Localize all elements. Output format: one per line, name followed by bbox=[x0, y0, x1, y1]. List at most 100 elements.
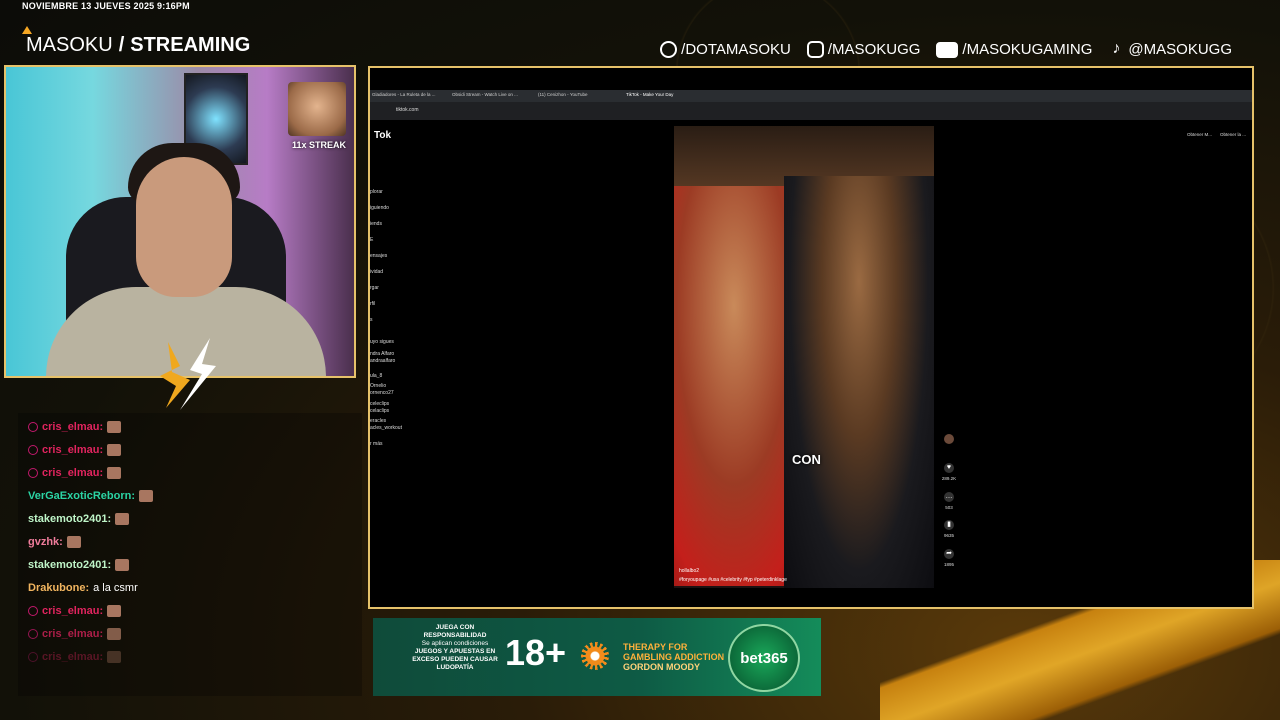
youtube-icon bbox=[936, 41, 959, 58]
tiktok-video[interactable]: CON hollalbo2 #foryoupage #usa #celebrit… bbox=[674, 126, 934, 588]
streamer-face bbox=[136, 157, 232, 297]
chat-emote-icon bbox=[138, 490, 153, 502]
chat-emote-icon bbox=[66, 536, 81, 548]
streak-avatar bbox=[288, 82, 346, 136]
like-action[interactable]: ♥ 289.2K bbox=[940, 463, 958, 481]
chat-panel: cris_elmau: cris_elmau: cris_elmau: VerGaEx… bbox=[18, 413, 362, 696]
sidebar-item[interactable]: iends bbox=[370, 221, 382, 227]
chat-message: cris_elmau: bbox=[28, 443, 122, 457]
streak-label: 11x STREAK bbox=[292, 140, 347, 150]
get-app-button[interactable]: Obtener M... bbox=[1187, 132, 1212, 137]
sidebar-item[interactable]: uyo sigues bbox=[370, 339, 394, 345]
sidebar-item[interactable]: celaclips bbox=[370, 408, 389, 414]
browser-tab[interactable]: Gladiadores - La Ruleta de la ... bbox=[372, 92, 436, 97]
sidebar-item[interactable]: eracles bbox=[370, 418, 386, 424]
sidebar-item[interactable]: ornenco27 bbox=[370, 390, 394, 396]
responsible-gaming-text: JUEGA CON RESPONSABILIDAD Se aplican con… bbox=[412, 624, 498, 671]
sidebar-item[interactable]: rgar bbox=[370, 285, 379, 291]
chat-message: cris_elmau: bbox=[28, 604, 122, 618]
instagram-icon bbox=[806, 41, 824, 58]
chat-username[interactable]: cris_elmau: bbox=[42, 604, 103, 618]
chat-text: a la csmr bbox=[93, 582, 138, 594]
comment-action[interactable]: … 503 bbox=[940, 492, 958, 510]
chat-message: VerGaExoticReborn: bbox=[28, 489, 153, 503]
sidebar-item[interactable]: ndra Alfaro bbox=[370, 351, 394, 357]
chat-username[interactable]: cris_elmau: bbox=[42, 627, 103, 641]
sidebar-item[interactable]: ensajes bbox=[370, 253, 387, 259]
chat-badge-icon bbox=[28, 606, 38, 616]
get-app-buttons: Obtener M... Obtener la ... bbox=[1187, 132, 1246, 137]
video-hashtags[interactable]: #foryoupage #usa #celebrity #fyp #peterd… bbox=[679, 577, 787, 583]
chat-emote-icon bbox=[107, 651, 122, 663]
chat-message: Drakubone: a la csmr bbox=[28, 581, 138, 595]
gordon-moody-icon bbox=[581, 642, 609, 670]
sidebar-item[interactable]: s bbox=[370, 317, 373, 323]
chat-emote-icon bbox=[115, 513, 130, 525]
video-username[interactable]: hollalbo2 bbox=[679, 568, 699, 574]
therapy-text: THERAPY FOR GAMBLING ADDICTION GORDON MO… bbox=[623, 642, 725, 672]
social-label: @MASOKUGG bbox=[1128, 41, 1232, 58]
chat-username[interactable]: cris_elmau: bbox=[42, 466, 103, 480]
chat-badge-icon bbox=[28, 652, 38, 662]
share-action[interactable]: ➦ 1895 bbox=[940, 549, 958, 567]
share-icon[interactable]: ➦ bbox=[944, 549, 954, 559]
chat-emote-icon bbox=[107, 605, 122, 617]
sidebar-item[interactable]: ula_8 bbox=[370, 373, 382, 379]
tiktok-logo[interactable]: Tok bbox=[374, 130, 391, 141]
sidebar-item[interactable]: celeclips bbox=[370, 401, 389, 407]
social-tiktok: ♪ @MASOKUGG bbox=[1108, 40, 1232, 59]
browser-tab-active[interactable]: TikTok - Make Your Day bbox=[626, 92, 673, 97]
chat-username[interactable]: stakemoto2401: bbox=[28, 512, 111, 526]
chat-username[interactable]: stakemoto2401: bbox=[28, 558, 111, 572]
chat-username[interactable]: VerGaExoticReborn: bbox=[28, 489, 135, 503]
social-label: /MASOKUGG bbox=[827, 41, 921, 58]
chat-username[interactable]: Drakubone: bbox=[28, 581, 89, 595]
sidebar-item[interactable]: andraalfaro bbox=[370, 358, 395, 364]
mascot-logo-icon bbox=[160, 338, 216, 410]
facebook-icon bbox=[660, 41, 678, 58]
address-bar[interactable]: tiktok.com bbox=[370, 102, 1252, 120]
chat-username[interactable]: cris_elmau: bbox=[42, 420, 103, 434]
sidebar-item[interactable]: rfil bbox=[370, 301, 375, 307]
brand-separator: / bbox=[118, 34, 125, 56]
chat-message: stakemoto2401: bbox=[28, 512, 130, 526]
sidebar-item[interactable]: Ornelio bbox=[370, 383, 386, 389]
tiktok-icon: ♪ bbox=[1112, 40, 1121, 57]
chat-emote-icon bbox=[115, 559, 130, 571]
bookmark-icon[interactable]: ▮ bbox=[944, 520, 954, 530]
sidebar-item[interactable]: iguiendo bbox=[370, 205, 389, 211]
social-label: /MASOKUGAMING bbox=[962, 41, 1093, 58]
creator-avatar[interactable] bbox=[940, 434, 958, 447]
chat-username[interactable]: cris_elmau: bbox=[42, 443, 103, 457]
chat-username[interactable]: gvzhk: bbox=[28, 535, 63, 549]
browser-tab[interactable]: Obsidi Stream - Watch Live on ... bbox=[452, 92, 518, 97]
sidebar-item[interactable]: r más bbox=[370, 441, 383, 447]
brand-name: MASOKU bbox=[26, 34, 113, 56]
get-app-button[interactable]: Obtener la ... bbox=[1220, 132, 1246, 137]
chat-message: gvzhk: bbox=[28, 535, 81, 549]
heart-icon[interactable]: ♥ bbox=[944, 463, 954, 473]
chat-emote-icon bbox=[107, 628, 122, 640]
social-youtube: /MASOKUGAMING bbox=[936, 41, 1092, 58]
sidebar-item[interactable]: ividad bbox=[370, 269, 383, 275]
sidebar-item[interactable]: E bbox=[370, 237, 373, 243]
comment-icon[interactable]: … bbox=[944, 492, 954, 502]
social-label: /DOTAMASOKU bbox=[681, 41, 791, 58]
chat-message: cris_elmau: bbox=[28, 650, 122, 664]
browser-tab[interactable]: (11) Cenizhon - YouTube bbox=[538, 92, 588, 97]
browser-window: Gladiadores - La Ruleta de la ... Obsidi… bbox=[368, 66, 1254, 609]
social-instagram: /MASOKUGG bbox=[806, 41, 921, 58]
chat-emote-icon bbox=[107, 421, 122, 433]
url-text[interactable]: tiktok.com bbox=[396, 107, 419, 113]
bookmark-action[interactable]: ▮ 9635 bbox=[940, 520, 958, 538]
chat-username[interactable]: cris_elmau: bbox=[42, 650, 103, 664]
webcam-feed: 11x STREAK bbox=[4, 65, 356, 378]
sidebar-item[interactable]: plorar bbox=[370, 189, 383, 195]
chat-emote-icon bbox=[107, 467, 122, 479]
brand-suffix: STREAMING bbox=[130, 34, 251, 56]
chat-emote-icon bbox=[107, 444, 122, 456]
video-caption: CON bbox=[792, 452, 821, 467]
tab-strip: Gladiadores - La Ruleta de la ... Obsidi… bbox=[370, 90, 1252, 102]
video-person-right bbox=[784, 176, 934, 588]
sidebar-item[interactable]: acles_workout bbox=[370, 425, 402, 431]
